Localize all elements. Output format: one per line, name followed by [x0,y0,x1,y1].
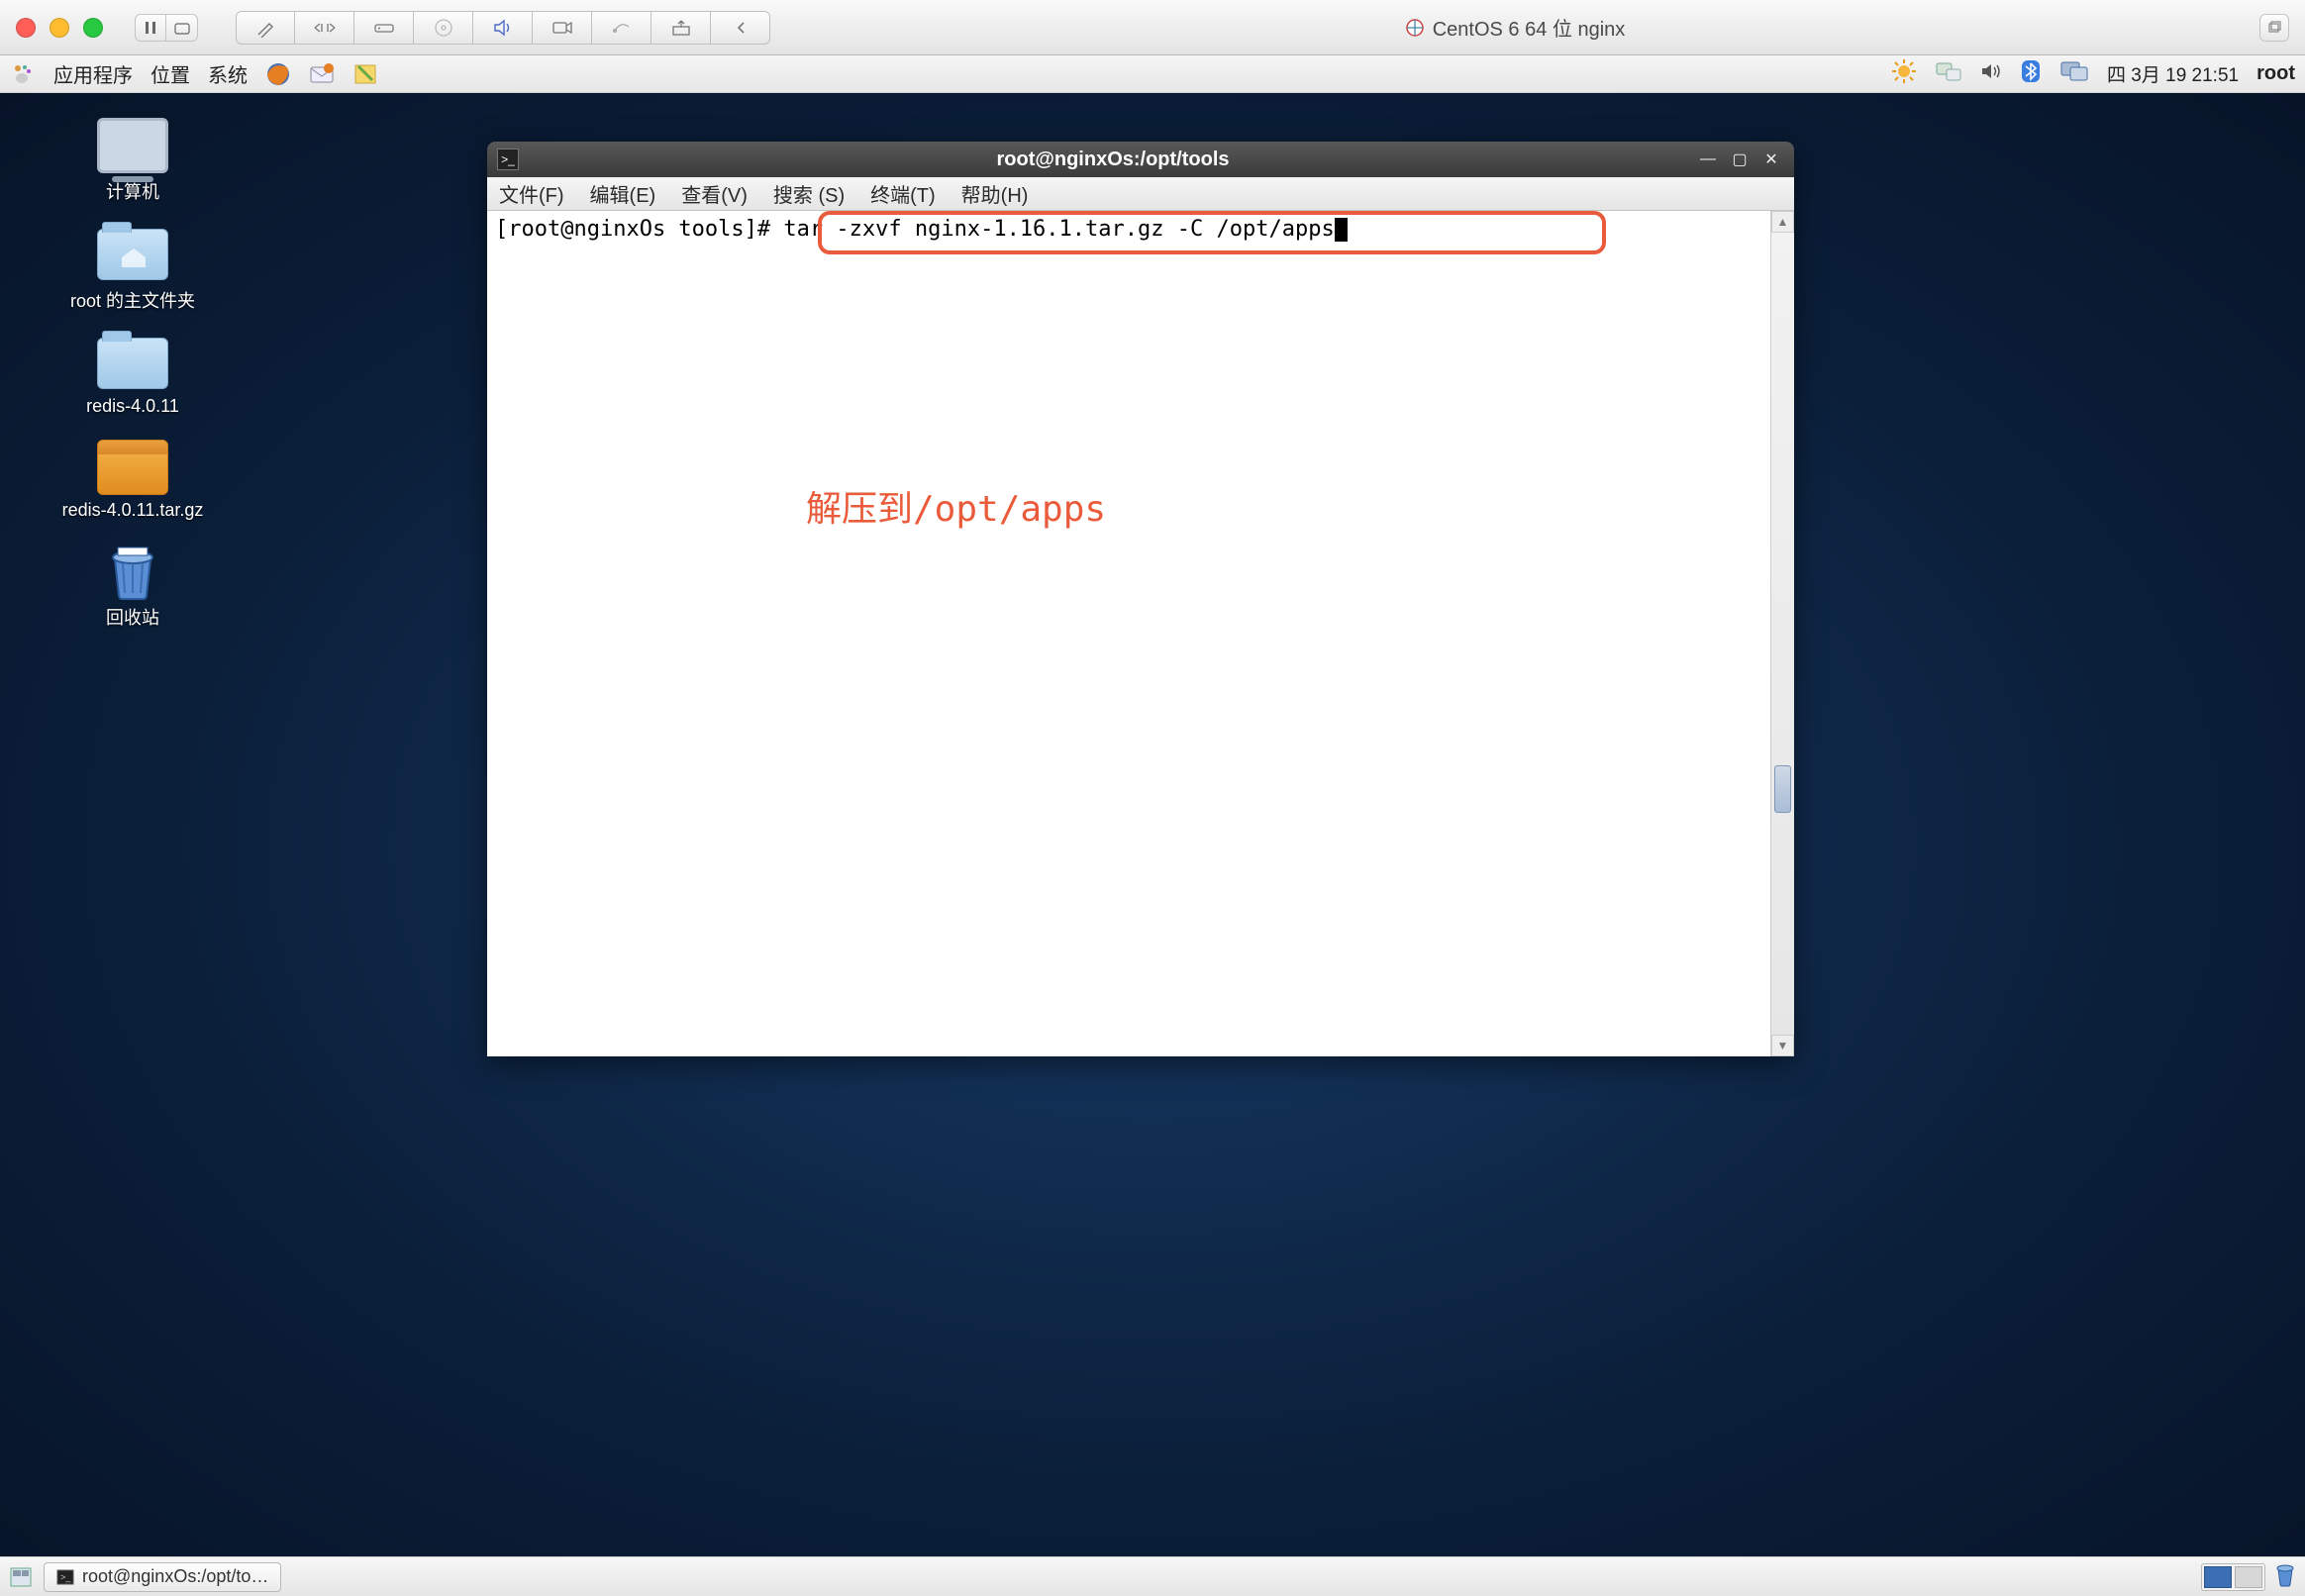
gnome-top-panel: 应用程序 位置 系统 四 3月 19 21:51 root [0,55,2305,93]
terminal-body[interactable]: [root@nginxOs tools]# tar -zxvf nginx-1.… [487,211,1770,1056]
volume-tray-icon[interactable] [1980,61,2002,87]
command-highlight-box [818,211,1606,254]
trash-applet-icon[interactable] [2273,1561,2297,1592]
gnome-bottom-panel: >_ root@nginxOs:/opt/to… [0,1556,2305,1596]
restore-window-icon[interactable] [2259,14,2289,42]
menu-search[interactable]: 搜索 (S) [773,179,845,208]
centos-icon [1405,18,1425,38]
zoom-mac-icon[interactable] [83,18,103,38]
share-vm-icon[interactable] [651,11,711,45]
svg-text:>_: >_ [60,1572,71,1582]
terminal-menubar: 文件(F) 编辑(E) 查看(V) 搜索 (S) 终端(T) 帮助(H) [487,177,1794,211]
mac-segmented-buttons [135,14,198,42]
chevron-left-icon[interactable] [711,11,770,45]
user-label[interactable]: root [2256,62,2295,85]
menu-places[interactable]: 位置 [150,59,190,88]
mail-launcher-icon[interactable] [309,61,335,87]
desktop-icon-trash[interactable]: 回收站 [34,543,232,630]
show-desktop-icon[interactable] [8,1564,34,1590]
desktop-icon-label: root 的主文件夹 [70,287,195,313]
usb-vm-icon[interactable] [592,11,651,45]
snapshot-vm-button[interactable] [166,14,198,42]
menu-applications[interactable]: 应用程序 [53,59,133,88]
cd-vm-icon[interactable] [414,11,473,45]
terminal-app-icon: >_ [497,149,519,170]
camera-vm-icon[interactable] [533,11,592,45]
firefox-launcher-icon[interactable] [265,61,291,87]
clock-text[interactable]: 四 3月 19 21:51 [2107,60,2239,87]
close-mac-icon[interactable] [16,18,36,38]
window-maximize-icon[interactable]: ▢ [1727,149,1753,170]
settings-vm-icon[interactable] [236,11,295,45]
menu-view[interactable]: 查看(V) [681,179,748,208]
hdd-vm-icon[interactable] [354,11,414,45]
minimize-mac-icon[interactable] [50,18,69,38]
desktop-icon-label: redis-4.0.11.tar.gz [62,500,204,521]
desktop-icon-redis-tarball[interactable]: redis-4.0.11.tar.gz [34,439,232,521]
terminal-prompt: [root@nginxOs tools]# [495,217,770,242]
notes-launcher-icon[interactable] [352,61,378,87]
scroll-thumb[interactable] [1774,765,1791,813]
gnome-foot-icon[interactable] [10,61,36,87]
bluetooth-tray-icon[interactable] [2020,58,2042,90]
menu-terminal[interactable]: 终端(T) [870,179,936,208]
terminal-window: >_ root@nginxOs:/opt/tools — ▢ ✕ 文件(F) 编… [487,142,1794,1056]
window-close-icon[interactable]: ✕ [1758,149,1784,170]
terminal-title-text: root@nginxOs:/opt/tools [531,149,1695,171]
menu-system[interactable]: 系统 [208,59,248,88]
pause-vm-button[interactable] [135,14,166,42]
network-tray-icon[interactable] [1935,60,1962,88]
vm-title-text: CentOS 6 64 位 nginx [1433,13,1626,42]
menu-help[interactable]: 帮助(H) [961,179,1029,208]
desktop-icon-label: 回收站 [106,604,159,630]
workspace-switcher[interactable] [2201,1563,2265,1591]
taskbar-terminal-button[interactable]: >_ root@nginxOs:/opt/to… [44,1562,281,1592]
scroll-down-icon[interactable]: ▼ [1771,1035,1794,1056]
mac-vm-toolbar [236,11,770,45]
sun-tray-icon[interactable] [1891,58,1917,90]
desktop-area[interactable]: 计算机 root 的主文件夹 redis-4.0.11 redis-4.0.11… [0,93,2305,1596]
terminal-scrollbar[interactable]: ▲ ▼ [1770,211,1794,1056]
desktop-icon-home-folder[interactable]: root 的主文件夹 [34,226,232,313]
sound-vm-icon[interactable] [473,11,533,45]
annotation-text: 解压到/opt/apps [806,480,1106,532]
menu-edit[interactable]: 编辑(E) [590,179,656,208]
resize-vm-icon[interactable] [295,11,354,45]
workspace-2[interactable] [2235,1566,2262,1588]
terminal-titlebar[interactable]: >_ root@nginxOs:/opt/tools — ▢ ✕ [487,142,1794,177]
window-minimize-icon[interactable]: — [1695,149,1721,170]
taskbar-button-label: root@nginxOs:/opt/to… [82,1566,268,1587]
scroll-up-icon[interactable]: ▲ [1771,211,1794,233]
mac-traffic-lights [16,18,103,38]
vm-title: CentOS 6 64 位 nginx [784,13,2246,42]
menu-file[interactable]: 文件(F) [499,179,564,208]
mac-titlebar: CentOS 6 64 位 nginx [0,0,2305,55]
desktop-icon-redis-folder[interactable]: redis-4.0.11 [34,335,232,417]
workspace-1[interactable] [2204,1566,2232,1588]
display-tray-icon[interactable] [2059,59,2089,89]
desktop-icon-label: redis-4.0.11 [86,396,179,417]
desktop-icon-computer[interactable]: 计算机 [34,117,232,204]
